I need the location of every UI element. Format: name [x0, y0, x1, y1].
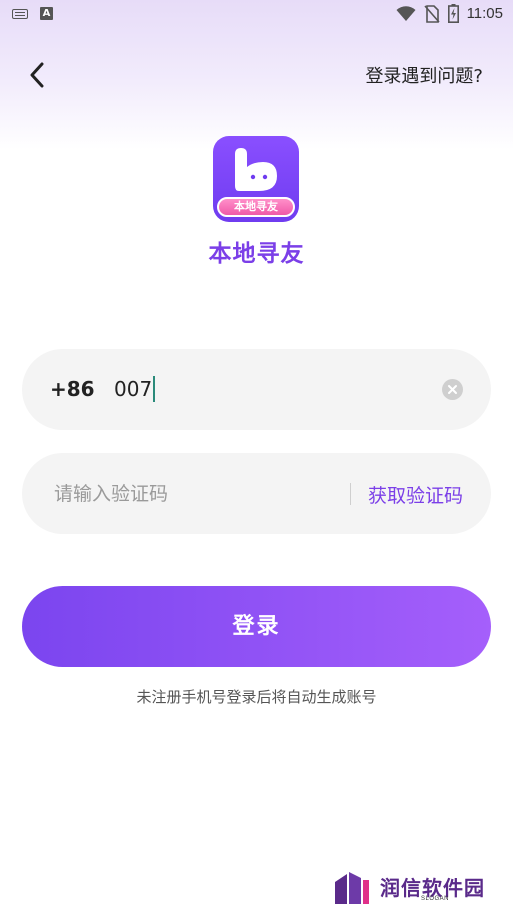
country-code[interactable]: +86: [50, 377, 95, 401]
no-sim-icon: [423, 4, 440, 23]
logo-ribbon-text: 本地寻友: [217, 197, 295, 217]
auto-register-hint: 未注册手机号登录后将自动生成账号: [136, 688, 377, 706]
app-name: 本地寻友: [208, 241, 305, 267]
battery-charging-icon: [447, 4, 459, 23]
status-right: 11:05: [396, 4, 503, 23]
chevron-left-icon: [30, 62, 44, 88]
status-time: 11:05: [466, 5, 503, 22]
login-help-link[interactable]: 登录遇到问题?: [365, 62, 483, 88]
app-logo: 本地寻友: [213, 136, 299, 222]
clear-icon: [448, 385, 457, 394]
verification-code-input[interactable]: [54, 480, 334, 508]
login-button[interactable]: 登录: [22, 586, 491, 667]
status-bar: A 11:05: [0, 0, 513, 30]
a-icon: A: [40, 7, 53, 20]
phone-value-text: 007: [114, 377, 153, 401]
phone-input[interactable]: 007: [114, 375, 156, 402]
wifi-icon: [396, 5, 416, 21]
text-cursor: [153, 375, 156, 402]
status-left: A: [12, 7, 53, 20]
get-code-button[interactable]: 获取验证码: [368, 481, 463, 508]
keyboard-icon: [12, 8, 28, 19]
watermark-slogan: SLOGAN: [421, 896, 450, 902]
field-divider: [350, 483, 351, 505]
back-button[interactable]: [20, 58, 54, 92]
verification-code-field[interactable]: 获取验证码: [22, 453, 491, 534]
phone-field[interactable]: +86 007: [22, 349, 491, 430]
watermark-logo-icon: [335, 872, 369, 904]
clear-phone-button[interactable]: [442, 379, 463, 400]
